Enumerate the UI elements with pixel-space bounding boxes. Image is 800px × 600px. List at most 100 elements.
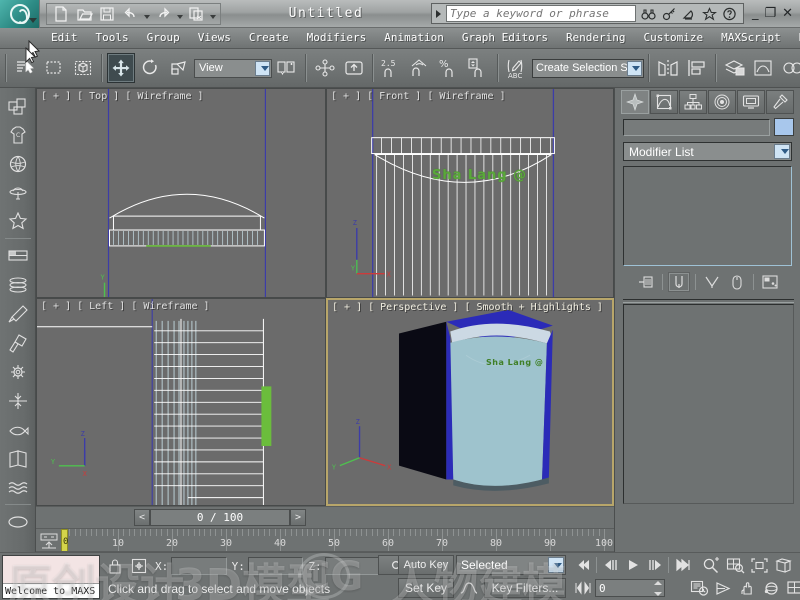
track-bar[interactable]: 0 10 20 30 40 50 60 70 80 90 100 0 [36, 528, 614, 552]
chevron-down-icon[interactable] [255, 60, 270, 76]
star-icon[interactable] [700, 4, 719, 23]
y-coordinate-field[interactable]: Y: [229, 557, 304, 576]
auto-key-button[interactable]: Auto Key [398, 555, 454, 575]
chevron-down-icon[interactable] [548, 557, 564, 573]
new-file-icon[interactable] [50, 4, 72, 24]
spinning-top-icon[interactable] [2, 178, 34, 207]
play-animation-button[interactable] [622, 555, 643, 575]
lipstick-icon[interactable] [2, 299, 34, 328]
maxscript-listener[interactable]: Welcome to MAXS [2, 555, 100, 599]
previous-frame-button[interactable] [600, 555, 621, 575]
zoom-button[interactable] [700, 555, 723, 575]
open-file-icon[interactable] [73, 4, 95, 24]
menu-item-rendering[interactable]: Rendering [557, 28, 635, 48]
boxes-icon[interactable] [2, 91, 34, 120]
tab-display[interactable] [737, 90, 765, 114]
wave-icon[interactable] [2, 473, 34, 502]
field-of-view-button[interactable] [712, 578, 735, 598]
minimize-button[interactable]: _ [752, 6, 759, 21]
go-to-end-button[interactable] [672, 555, 693, 575]
book-icon[interactable] [2, 444, 34, 473]
y-coordinate-input[interactable] [247, 557, 304, 575]
hammer-icon[interactable] [2, 328, 34, 357]
select-by-name-button[interactable] [69, 53, 97, 83]
maximize-button[interactable]: ❐ [764, 6, 776, 21]
object-color-swatch[interactable] [774, 118, 794, 136]
save-file-icon[interactable] [96, 4, 118, 24]
chevron-down-icon[interactable] [774, 144, 790, 159]
project-folder-icon[interactable] [185, 4, 207, 24]
next-frame-button[interactable] [644, 555, 665, 575]
menu-item-views[interactable]: Views [189, 28, 240, 48]
gear-icon[interactable] [2, 357, 34, 386]
key-mode-toggle-button[interactable] [572, 578, 593, 598]
reference-coordinate-system-dropdown[interactable]: View [194, 58, 272, 78]
binoculars-icon[interactable] [639, 4, 658, 23]
frame-number-input[interactable]: 0 [595, 579, 665, 597]
select-and-move-button[interactable] [107, 53, 135, 83]
time-configuration-button[interactable] [688, 578, 711, 598]
tab-hierarchy[interactable] [679, 90, 707, 114]
time-slider-handle[interactable]: 0 [61, 529, 68, 551]
snaps-toggle-button[interactable]: 2.5 [378, 53, 406, 83]
tab-utilities[interactable] [766, 90, 794, 114]
spinner-snap-button[interactable] [465, 53, 493, 83]
rollout-panel[interactable] [623, 304, 794, 504]
remove-modifier-button[interactable] [726, 272, 748, 292]
viewport-left[interactable]: Z Y X [ + ] [ Left ] [ Wireframe ] [36, 298, 326, 506]
absolute-relative-toggle-button[interactable] [128, 556, 150, 576]
key-mode-dropdown[interactable]: Selected [456, 555, 566, 575]
menu-item-help[interactable]: Help [790, 28, 800, 48]
satellite-dish-icon[interactable] [680, 4, 699, 23]
default-in-out-tangents-icon[interactable] [456, 578, 482, 598]
configure-sets-button[interactable] [759, 272, 781, 292]
mirror-button[interactable] [654, 53, 682, 83]
select-and-scale-button[interactable] [165, 53, 193, 83]
previous-frame-arrow[interactable]: < [134, 509, 150, 526]
align-button[interactable] [683, 53, 711, 83]
menu-item-edit[interactable]: Edit [42, 28, 87, 48]
fish-icon[interactable] [2, 415, 34, 444]
quick-access-more-caret-icon[interactable] [208, 4, 217, 24]
layer-manager-button[interactable] [721, 53, 749, 83]
redo-dropdown-caret-icon[interactable] [175, 4, 184, 24]
app-logo-button[interactable] [0, 0, 40, 28]
chevron-down-icon[interactable] [627, 60, 642, 76]
tab-motion[interactable] [708, 90, 736, 114]
show-end-result-button[interactable] [667, 272, 690, 292]
named-selection-set-dropdown[interactable]: Create Selection Set [532, 58, 644, 78]
z-coordinate-field[interactable]: Z: [305, 557, 381, 576]
viewport-front[interactable]: Z X Y [ + ] [ Front ] [ Wireframe ] Sha … [326, 88, 614, 298]
orbit-button[interactable] [760, 578, 783, 598]
z-coordinate-input[interactable] [324, 557, 381, 575]
edit-named-selections-button[interactable]: ABC [503, 53, 531, 83]
zoom-all-button[interactable] [724, 555, 747, 575]
angle-snap-button[interactable] [407, 53, 435, 83]
stack-icon[interactable] [2, 270, 34, 299]
viewport-perspective[interactable]: Z X Y [ + ] [ Perspective ] [ Smooth + H… [326, 298, 614, 506]
menu-item-group[interactable]: Group [138, 28, 189, 48]
make-unique-button[interactable] [701, 272, 723, 292]
modifier-stack-list[interactable] [623, 166, 792, 266]
current-frame-display[interactable]: 0 / 100 [150, 509, 290, 526]
x-coordinate-input[interactable] [171, 557, 227, 575]
close-button[interactable]: ✕ [782, 6, 793, 21]
help-icon[interactable] [720, 4, 739, 23]
table-icon[interactable] [2, 241, 34, 270]
ellipse-icon[interactable] [2, 507, 34, 536]
go-to-start-button[interactable] [572, 555, 593, 575]
object-name-input[interactable] [623, 118, 770, 136]
select-and-manipulate-button[interactable] [311, 53, 339, 83]
select-region-button[interactable] [40, 53, 68, 83]
menu-item-animation[interactable]: Animation [375, 28, 453, 48]
undo-icon[interactable] [119, 4, 141, 24]
select-object-button[interactable] [11, 53, 39, 83]
maximize-viewport-button[interactable] [784, 578, 800, 598]
menu-item-maxscript[interactable]: MAXScript [712, 28, 790, 48]
key-icon[interactable] [660, 4, 679, 23]
zoom-extents-button[interactable] [748, 555, 771, 575]
frame-spinner[interactable] [654, 581, 663, 596]
tab-create[interactable] [621, 90, 649, 114]
x-coordinate-field[interactable]: X: [152, 557, 227, 576]
selection-lock-toggle-button[interactable] [104, 556, 126, 576]
